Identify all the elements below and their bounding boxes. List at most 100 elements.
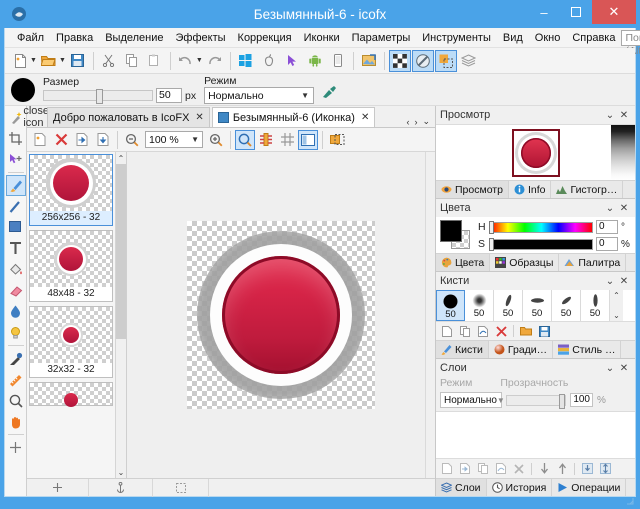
tool-crop[interactable] [6, 128, 26, 149]
windows-icon-button[interactable] [235, 50, 257, 72]
slider-thumb[interactable] [96, 89, 103, 104]
tab-palette[interactable]: Палитра [559, 254, 626, 271]
chevron-down-icon[interactable]: ⌄ [603, 110, 617, 121]
close-icon[interactable]: ✕ [617, 110, 631, 121]
scroll-down-icon[interactable]: ⌄ [116, 466, 127, 478]
scrollbar-thumb[interactable] [116, 164, 127, 339]
delete-image-button[interactable] [51, 130, 71, 150]
chevron-down-icon[interactable]: ⌄ [603, 203, 617, 214]
tool-magic-wand[interactable] [6, 107, 26, 128]
search-input[interactable]: Поиск... (Alt+Q) [621, 30, 640, 46]
layer-mode-select[interactable]: Нормально ▼ [440, 392, 502, 408]
tab-history[interactable]: История [487, 479, 553, 496]
tool-measure[interactable] [6, 369, 26, 390]
tab-histogram[interactable]: Гистогр… [551, 181, 623, 198]
tool-brush[interactable] [6, 175, 26, 196]
zoom-fit-button[interactable] [235, 130, 255, 150]
tool-text[interactable] [6, 238, 26, 259]
scroll-down-icon[interactable]: ⌄ [613, 311, 620, 320]
tool-shape[interactable] [6, 217, 26, 238]
split-view-button[interactable] [298, 130, 318, 150]
cut-button[interactable] [98, 50, 120, 72]
brush-preset[interactable]: 50 [436, 290, 465, 321]
image-export-button[interactable] [358, 50, 380, 72]
list-item[interactable] [29, 382, 113, 406]
preview-image-area[interactable] [436, 124, 635, 180]
brush-preset[interactable]: 50 [552, 290, 581, 321]
menu-selection[interactable]: Выделение [99, 30, 169, 46]
tool-eraser[interactable] [6, 280, 26, 301]
zoom-in-button[interactable] [206, 130, 226, 150]
selection-toggle[interactable] [435, 50, 457, 72]
export-image-button[interactable] [93, 130, 113, 150]
merge-all-button[interactable] [597, 461, 613, 477]
tab-brushes[interactable]: Кисти [436, 341, 489, 358]
blend-mode-select[interactable]: Нормально ▼ [204, 87, 314, 104]
new-file-dropdown-icon[interactable]: ▼ [30, 57, 37, 64]
tool-move[interactable] [6, 149, 26, 170]
minimize-button[interactable]: – [528, 0, 560, 24]
tab-styles[interactable]: Стиль … [553, 341, 621, 358]
ruler-toggle-button[interactable] [256, 130, 276, 150]
tab-list-button[interactable]: ⌄ [422, 116, 430, 127]
scrollbar-track[interactable] [116, 164, 127, 466]
list-item[interactable]: 32x32 - 32 [29, 306, 113, 378]
list-item[interactable]: 48x48 - 32 [29, 230, 113, 302]
tool-fill[interactable] [6, 259, 26, 280]
open-file-button[interactable] [38, 50, 60, 72]
reset-brush-button[interactable] [475, 323, 491, 339]
delete-brush-button[interactable] [493, 323, 509, 339]
grid-toggle-button[interactable] [277, 130, 297, 150]
tool-dodge[interactable] [6, 322, 26, 343]
layers-list[interactable] [436, 411, 635, 459]
tab-untitled-6[interactable]: Безымянный-6 (Иконка) ✕ [212, 107, 376, 127]
move-layer-up-button[interactable] [554, 461, 570, 477]
close-icon[interactable]: ✕ [195, 112, 203, 123]
icon-list-scrollbar[interactable]: ⌃ ⌄ [115, 152, 126, 478]
tab-gradients[interactable]: Гради… [489, 341, 553, 358]
layers-toggle[interactable] [458, 50, 480, 72]
menu-tools[interactable]: Инструменты [416, 30, 497, 46]
tab-next-button[interactable]: › [414, 117, 417, 127]
tool-blur[interactable] [6, 301, 26, 322]
brush-size-slider[interactable] [43, 90, 153, 101]
brush-preset[interactable]: 50 [523, 290, 552, 321]
redo-button[interactable] [204, 50, 226, 72]
tab-swatches[interactable]: Образцы [490, 254, 559, 271]
brush-preset[interactable]: 50 [581, 290, 610, 321]
menu-window[interactable]: Окно [529, 30, 567, 46]
save-file-button[interactable] [67, 50, 89, 72]
mobile-icon-button[interactable] [327, 50, 349, 72]
move-layer-down-button[interactable] [536, 461, 552, 477]
canvas-vertical-scrollbar[interactable] [425, 152, 435, 478]
flatten-button[interactable] [579, 461, 595, 477]
duplicate-brush-button[interactable] [457, 323, 473, 339]
macos-icon-button[interactable] [258, 50, 280, 72]
tab-prev-button[interactable]: ‹ [406, 117, 409, 127]
foreground-color-swatch[interactable] [440, 220, 462, 242]
close-icon[interactable]: ✕ [617, 276, 631, 287]
delete-layer-button[interactable] [511, 461, 527, 477]
layer-opacity-slider[interactable] [506, 395, 566, 406]
transparency-toggle[interactable] [389, 50, 411, 72]
menu-view[interactable]: Вид [497, 30, 529, 46]
tab-info[interactable]: Info [509, 181, 552, 198]
import-image-button[interactable] [72, 130, 92, 150]
menu-parameters[interactable]: Параметры [346, 30, 417, 46]
open-file-dropdown-icon[interactable]: ▼ [59, 57, 66, 64]
mask-toggle[interactable] [412, 50, 434, 72]
hue-slider[interactable] [490, 222, 593, 233]
hue-input[interactable]: 0 [596, 220, 618, 234]
tool-pan[interactable] [6, 411, 26, 432]
menu-correction[interactable]: Коррекция [232, 30, 298, 46]
load-brush-button[interactable] [518, 323, 534, 339]
image-canvas[interactable] [127, 152, 435, 478]
menu-effects[interactable]: Эффекты [170, 30, 232, 46]
close-icon[interactable]: ✕ [617, 363, 631, 374]
brush-preset[interactable]: 50 [494, 290, 523, 321]
tool-zoom[interactable] [6, 390, 26, 411]
new-brush-button[interactable] [439, 323, 455, 339]
tool-eyedropper[interactable] [6, 348, 26, 369]
scroll-up-icon[interactable]: ⌃ [613, 291, 620, 300]
tab-layers[interactable]: Слои [436, 479, 487, 496]
